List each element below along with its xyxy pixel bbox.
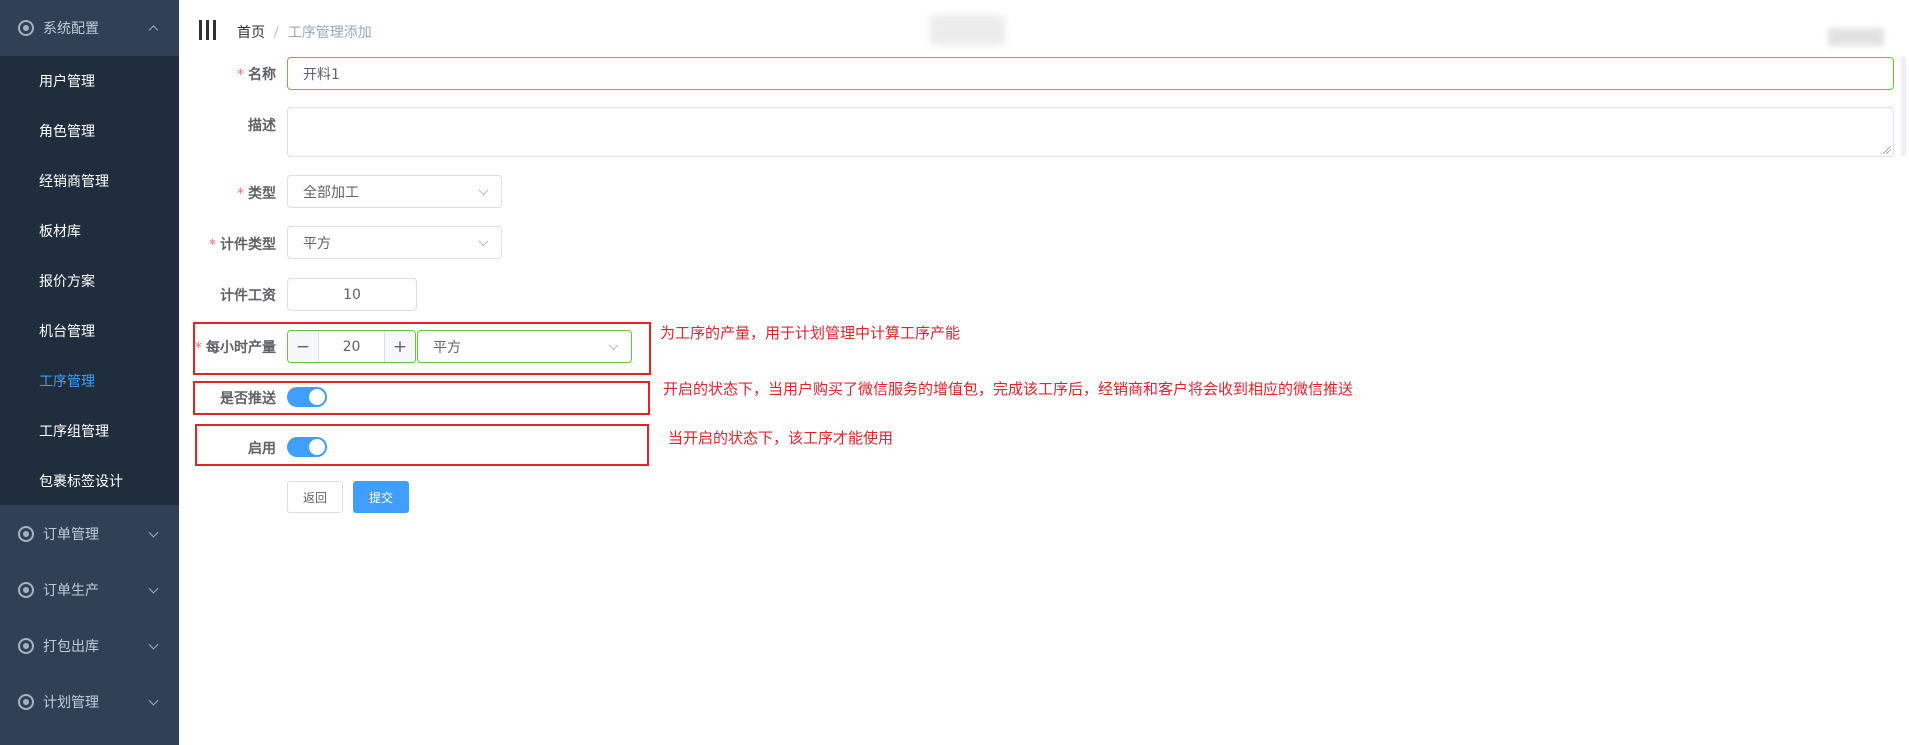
description-textarea[interactable]: [287, 107, 1894, 157]
annotation-enabled: 当开启的状态下，该工序才能使用: [668, 429, 894, 447]
menu-group-planning[interactable]: 计划管理: [0, 674, 179, 730]
menu-group-label: 订单生产: [43, 583, 99, 599]
sidebar-item-label: 板材库: [39, 224, 81, 240]
sidebar-item-processes[interactable]: 工序管理: [0, 356, 179, 406]
breadcrumb: 首页 / 工序管理添加: [237, 22, 372, 42]
chevron-down-icon: [148, 527, 159, 538]
increment-button[interactable]: +: [384, 331, 415, 362]
type-select-value: 全部加工: [303, 184, 359, 201]
annotation-push: 开启的状态下，当用户购买了微信服务的增值包，完成该工序后，经销商和客户将会收到相…: [663, 380, 1354, 398]
menu-group-label: 订单管理: [43, 527, 99, 543]
description-label: 描述: [248, 118, 276, 134]
sidebar-item-label: 角色管理: [39, 124, 95, 140]
sidebar-item-quotes[interactable]: 报价方案: [0, 256, 179, 306]
chevron-down-icon: [478, 235, 489, 246]
chevron-down-icon: [478, 184, 489, 195]
chevron-down-icon: [148, 583, 159, 594]
scrollbar[interactable]: [1898, 0, 1909, 745]
resize-grip-icon[interactable]: [1883, 146, 1891, 154]
gear-icon: [18, 638, 34, 654]
menu-group-label: 系统配置: [43, 21, 99, 37]
menu-group-label: 打包出库: [43, 639, 99, 655]
piece-type-select[interactable]: 平方: [287, 226, 502, 259]
type-label: * 类型: [237, 186, 276, 202]
sidebar: 系统配置 用户管理 角色管理 经销商管理 板材库 报价方案 机台管理 工序管理 …: [0, 0, 179, 745]
hamburger-icon[interactable]: [199, 20, 216, 40]
sidebar-item-label: 用户管理: [39, 74, 95, 90]
gear-icon: [18, 20, 34, 36]
enabled-label: 启用: [248, 441, 276, 457]
sidebar-item-process-groups[interactable]: 工序组管理: [0, 406, 179, 456]
breadcrumb-separator: /: [274, 24, 279, 40]
decrement-button[interactable]: −: [288, 331, 319, 362]
name-input-value: 开料1: [303, 66, 340, 83]
breadcrumb-home[interactable]: 首页: [237, 22, 265, 42]
sidebar-item-boards[interactable]: 板材库: [0, 206, 179, 256]
gear-icon: [18, 582, 34, 598]
hourly-output-unit-value: 平方: [433, 339, 461, 356]
hourly-output-unit-select[interactable]: 平方: [417, 330, 632, 363]
menu-group-label: 计划管理: [43, 695, 99, 711]
menu-group-packing[interactable]: 打包出库: [0, 618, 179, 674]
sidebar-item-dealers[interactable]: 经销商管理: [0, 156, 179, 206]
push-switch[interactable]: [287, 387, 327, 407]
hourly-output-stepper[interactable]: − 20 +: [287, 330, 416, 363]
menu-group-production[interactable]: 订单生产: [0, 562, 179, 618]
menu-group-orders[interactable]: 订单管理: [0, 506, 179, 562]
sidebar-item-label: 工序组管理: [39, 424, 109, 440]
piece-type-label: * 计件类型: [209, 237, 276, 253]
chevron-up-icon: [148, 25, 159, 36]
sidebar-item-machines[interactable]: 机台管理: [0, 306, 179, 356]
submenu-system-config: 用户管理 角色管理 经销商管理 板材库 报价方案 机台管理 工序管理 工序组管理…: [0, 56, 179, 505]
menu-group-system-config[interactable]: 系统配置: [0, 0, 179, 56]
enabled-switch[interactable]: [287, 437, 327, 457]
blurred-user-area: [1828, 28, 1884, 46]
sidebar-item-users[interactable]: 用户管理: [0, 56, 179, 106]
sidebar-item-label: 机台管理: [39, 324, 95, 340]
chevron-down-icon: [148, 639, 159, 650]
sidebar-item-label: 工序管理: [39, 374, 95, 390]
chevron-down-icon: [148, 695, 159, 706]
back-button[interactable]: 返回: [287, 481, 343, 513]
piece-wage-input-value: 10: [343, 286, 361, 303]
sidebar-item-roles[interactable]: 角色管理: [0, 106, 179, 156]
piece-type-select-value: 平方: [303, 235, 331, 252]
name-label: * 名称: [237, 67, 276, 83]
sidebar-item-label: 报价方案: [39, 274, 95, 290]
hourly-output-value[interactable]: 20: [319, 331, 384, 362]
scrollbar-thumb[interactable]: [1901, 56, 1906, 156]
sidebar-item-package-labels[interactable]: 包裹标签设计: [0, 456, 179, 506]
chevron-down-icon: [608, 339, 619, 350]
type-select[interactable]: 全部加工: [287, 175, 502, 208]
submit-button[interactable]: 提交: [353, 481, 409, 513]
sidebar-item-label: 经销商管理: [39, 174, 109, 190]
gear-icon: [18, 526, 34, 542]
breadcrumb-current: 工序管理添加: [287, 25, 372, 41]
name-input[interactable]: 开料1: [287, 57, 1894, 90]
annotation-hourly-output: 为工序的产量，用于计划管理中计算工序产能: [660, 324, 961, 342]
push-label: 是否推送: [220, 391, 276, 407]
piece-wage-input[interactable]: 10: [287, 278, 417, 311]
hourly-output-label: * 每小时产量: [195, 340, 276, 356]
piece-wage-label: 计件工资: [220, 288, 276, 304]
gear-icon: [18, 694, 34, 710]
blurred-region: [930, 15, 1005, 45]
sidebar-item-label: 包裹标签设计: [39, 474, 123, 490]
